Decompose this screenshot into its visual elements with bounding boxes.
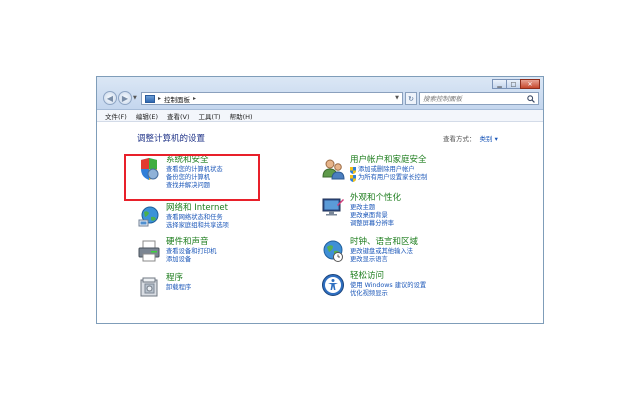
category-ease-of-access: 轻松访问 使用 Windows 建议的设置 优化视频显示 [321, 271, 426, 298]
category-network: 网络和 Internet 查看网络状态和任务 选择家庭组和共享选项 [137, 203, 229, 230]
uac-shield-icon [350, 174, 356, 182]
link-homegroup-sharing[interactable]: 选择家庭组和共享选项 [166, 222, 229, 230]
link-change-theme[interactable]: 更改主题 [350, 204, 401, 212]
network-globe-icon[interactable] [137, 205, 161, 229]
close-icon[interactable]: ✕ [520, 79, 540, 89]
users-icon[interactable] [321, 157, 345, 181]
search-input[interactable] [423, 94, 523, 103]
menu-tools[interactable]: 工具(T) [199, 111, 221, 121]
ease-of-access-icon[interactable] [321, 273, 345, 297]
link-change-keyboards[interactable]: 更改键盘或其他输入法 [350, 248, 418, 256]
category-title-network[interactable]: 网络和 Internet [166, 203, 229, 214]
breadcrumb-chevron-icon[interactable]: ▸ [158, 95, 161, 102]
search-box[interactable] [419, 92, 539, 105]
appearance-monitor-icon[interactable] [321, 195, 345, 219]
link-network-status[interactable]: 查看网络状态和任务 [166, 214, 229, 222]
view-by-label: 查看方式： [443, 135, 476, 143]
refresh-icon[interactable]: ↻ [405, 92, 417, 105]
link-label: 为所有用户设置家长控制 [358, 174, 428, 181]
link-add-device[interactable]: 添加设备 [166, 256, 216, 264]
forward-arrow-icon[interactable]: ▶ [118, 91, 132, 105]
menu-help[interactable]: 帮助(H) [230, 111, 253, 121]
breadcrumb-control-panel[interactable]: 控制面板 [164, 94, 190, 104]
menu-file[interactable]: 文件(F) [105, 111, 127, 121]
control-panel-icon [145, 94, 155, 103]
back-arrow-icon[interactable]: ◀ [103, 91, 117, 105]
view-by: 查看方式： 类别 ▾ [443, 133, 498, 143]
window-controls: ▁ □ ✕ [492, 79, 540, 89]
link-change-display-language[interactable]: 更改显示语言 [350, 256, 418, 264]
link-change-desktop-background[interactable]: 更改桌面背景 [350, 212, 401, 220]
category-clock-language: 时钟、语言和区域 更改键盘或其他输入法 更改显示语言 [321, 237, 418, 264]
maximize-icon[interactable]: □ [506, 79, 521, 89]
category-programs: 程序 卸载程序 [137, 273, 191, 299]
uac-shield-icon [350, 166, 356, 174]
recent-pages-dropdown-icon[interactable]: ▼ [133, 95, 137, 101]
category-title-hardware[interactable]: 硬件和声音 [166, 237, 216, 248]
category-hardware: 硬件和声音 查看设备和打印机 添加设备 [137, 237, 216, 264]
category-user-accounts: 用户帐户和家庭安全 添加或删除用户帐户 为所有用户设置家长控制 [321, 155, 427, 182]
category-title-appearance[interactable]: 外观和个性化 [350, 193, 401, 204]
menu-edit[interactable]: 编辑(E) [136, 111, 158, 121]
menu-view[interactable]: 查看(V) [167, 111, 190, 121]
printer-icon[interactable] [137, 239, 161, 263]
category-title-clock-language[interactable]: 时钟、语言和区域 [350, 237, 418, 248]
link-devices-printers[interactable]: 查看设备和打印机 [166, 248, 216, 256]
programs-box-icon[interactable] [137, 275, 161, 299]
address-bar[interactable]: ▸ 控制面板 ▸ ▼ [141, 92, 403, 105]
clock-globe-icon[interactable] [321, 239, 345, 263]
link-label: 添加或删除用户帐户 [358, 166, 415, 173]
breadcrumb-chevron-icon[interactable]: ▸ [193, 95, 196, 102]
view-by-dropdown[interactable]: 类别 ▾ [480, 135, 498, 143]
link-screen-resolution[interactable]: 调整屏幕分辨率 [350, 220, 401, 228]
category-title-ease-of-access[interactable]: 轻松访问 [350, 271, 426, 282]
category-title-programs[interactable]: 程序 [166, 273, 191, 284]
page-title: 调整计算机的设置 [137, 134, 206, 144]
search-icon[interactable] [527, 95, 535, 103]
link-add-remove-accounts[interactable]: 添加或删除用户帐户 [350, 166, 427, 174]
menu-bar: 文件(F) 编辑(E) 查看(V) 工具(T) 帮助(H) [97, 110, 543, 122]
link-recommended-settings[interactable]: 使用 Windows 建议的设置 [350, 282, 426, 290]
minimize-icon[interactable]: ▁ [492, 79, 507, 89]
category-appearance: 外观和个性化 更改主题 更改桌面背景 调整屏幕分辨率 [321, 193, 401, 228]
link-optimize-visual-display[interactable]: 优化视频显示 [350, 290, 426, 298]
address-dropdown-icon[interactable]: ▼ [395, 95, 399, 101]
link-uninstall-program[interactable]: 卸载程序 [166, 284, 191, 292]
link-parental-controls[interactable]: 为所有用户设置家长控制 [350, 174, 427, 182]
highlight-box [124, 154, 260, 201]
title-bar: ▁ □ ✕ ◀ ▶ ▼ ▸ 控制面板 ▸ ▼ ↻ [97, 77, 543, 110]
category-title-user-accounts[interactable]: 用户帐户和家庭安全 [350, 155, 427, 166]
